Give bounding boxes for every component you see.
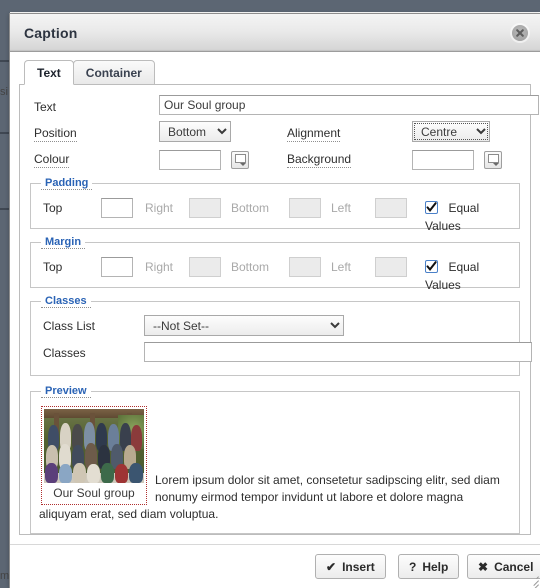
resize-grip-icon[interactable] [526,573,540,588]
position-label: Position [34,126,77,142]
class-list-row: Class List --Not Set-- [39,314,511,341]
classes-label: Classes [43,346,86,360]
margin-top-input[interactable] [101,257,133,277]
group-photo-thumbnail [44,409,144,483]
tab-text[interactable]: Text [24,60,74,85]
padding-left-label: Left [331,201,352,215]
preview-figure: Our Soul group [41,406,147,505]
browser-chrome-topbar [0,0,540,12]
classes-fieldset: Classes Class List --Not Set-- Classes [30,295,532,376]
padding-bottom-input[interactable] [289,198,321,218]
close-icon[interactable] [512,25,528,41]
padding-right-label: Right [145,201,174,215]
margin-left-input[interactable] [375,257,407,277]
padding-bottom-label: Bottom [231,201,270,215]
tab-container[interactable]: Container [72,60,155,85]
text-input[interactable] [159,95,539,115]
dialog-title: Caption [24,25,78,41]
margin-equal-values-wrap: Equal Values [425,258,511,294]
class-list-select[interactable]: --Not Set-- [144,315,344,336]
padding-equal-values-checkbox[interactable] [425,201,438,214]
classes-legend: Classes [41,295,91,308]
padding-legend: Padding [41,177,93,190]
margin-bottom-input[interactable] [289,257,321,277]
alignment-label: Alignment [287,126,341,142]
preview-body: Our Soul group Lorem ipsum dolor sit ame… [39,404,511,523]
help-button[interactable]: ? Help [398,554,460,579]
padding-top-label: Top [43,201,63,215]
dialog-footer: ✔ Insert ? Help ✖ Cancel [10,544,540,588]
margin-fieldset: Margin Top Right Bottom Left Equal Value… [30,236,520,292]
text-tab-panel: Text Position Bottom Alignment Centre Co… [19,84,539,535]
background-text-left: si [0,86,8,98]
help-button-label: Help [422,559,449,574]
row-colour-background: Colour Background [28,147,522,177]
margin-bottom-label: Bottom [231,260,270,274]
background-text-bottom: m [0,570,10,582]
caption-dialog: Caption Text Container Text Position Bot… [9,13,540,588]
margin-right-label: Right [145,260,174,274]
margin-left-label: Left [331,260,352,274]
padding-row: Top Right Bottom Left Equal Values [39,196,511,233]
dialog-titlebar[interactable]: Caption [10,14,540,52]
question-icon: ? [409,559,417,574]
classes-row: Classes [39,341,532,365]
background-label: Background [287,152,352,168]
padding-left-input[interactable] [375,198,407,218]
classes-input[interactable] [144,342,532,362]
preview-fieldset: Preview Our Soul group Lorem ipsum dolor… [30,385,520,534]
row-text: Text [28,95,539,121]
tab-text-label: Text [37,66,61,80]
text-label: Text [34,100,57,114]
margin-top-label: Top [43,260,63,274]
preview-legend: Preview [41,385,91,398]
margin-equal-values-checkbox[interactable] [425,260,438,273]
colour-picker-icon[interactable] [231,151,249,169]
tab-strip: Text Container [10,60,540,85]
cross-icon: ✖ [478,559,489,574]
padding-equal-values-wrap: Equal Values [425,199,511,235]
colour-input[interactable] [159,150,221,170]
background-picker-icon[interactable] [484,151,502,169]
background-input[interactable] [412,150,474,170]
insert-button-label: Insert [342,559,375,574]
padding-right-input[interactable] [189,198,221,218]
check-icon: ✔ [326,559,337,574]
alignment-select[interactable]: Centre [412,121,490,142]
cancel-button-label: Cancel [494,559,534,574]
colour-label: Colour [34,152,70,168]
tab-container-label: Container [85,66,142,80]
class-list-label: Class List [43,319,96,333]
padding-fieldset: Padding Top Right Bottom Left Equal Valu… [30,177,520,233]
insert-button[interactable]: ✔ Insert [315,554,386,579]
position-select[interactable]: Bottom [159,121,231,142]
margin-legend: Margin [41,236,86,249]
margin-right-input[interactable] [189,257,221,277]
margin-row: Top Right Bottom Left Equal Values [39,255,511,292]
preview-caption: Our Soul group [53,486,135,500]
padding-top-input[interactable] [101,198,133,218]
row-position-alignment: Position Bottom Alignment Centre [28,121,522,147]
